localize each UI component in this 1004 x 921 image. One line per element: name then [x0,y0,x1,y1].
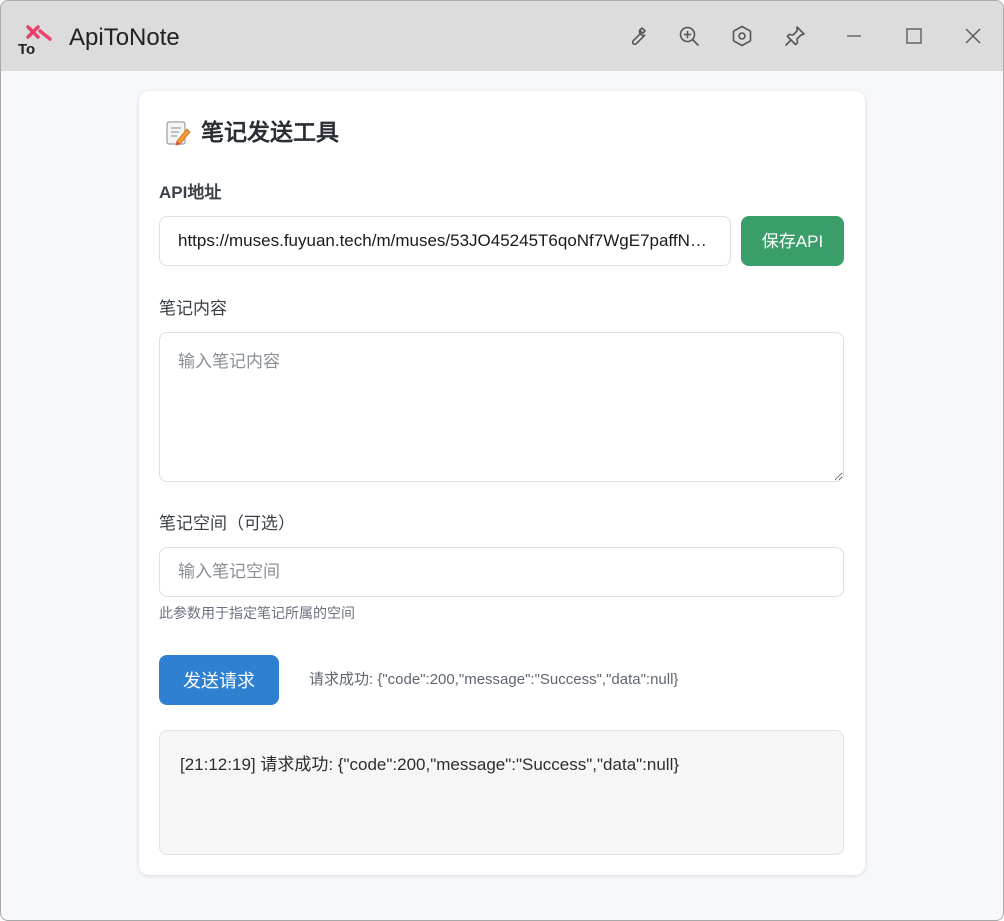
note-content-label: 笔记内容 [159,299,227,318]
zoom-in-icon [679,26,699,46]
wrench-button[interactable] [622,21,652,51]
pin-button[interactable] [780,21,810,51]
svg-text:To: To [18,41,35,57]
app-logo-icon: To [18,25,52,57]
minimize-icon [847,35,861,37]
api-url-input[interactable] [159,216,731,266]
note-space-label: 笔记空间（可选） [159,514,295,533]
hex-settings-icon [732,25,752,47]
note-space-hint: 此参数用于指定笔记所属的空间 [159,605,355,621]
status-message: 请求成功: {"code":200,"message":"Success","d… [309,671,679,688]
note-content-textarea[interactable] [159,332,844,482]
app-window: To ApiToNote 笔记发送工具 API地址 https://muses.… [0,0,1004,921]
app-title: ApiToNote [69,24,180,51]
close-button[interactable] [958,21,988,51]
hex-settings-button[interactable] [727,21,757,51]
minimize-button[interactable] [839,21,869,51]
api-label: API地址 [159,183,222,202]
response-log: [21:12:19] 请求成功: {"code":200,"message":"… [159,730,844,855]
note-space-input[interactable] [159,547,844,597]
zoom-in-button[interactable] [674,21,704,51]
page-title: 笔记发送工具 [201,119,339,145]
log-entry: [21:12:19] 请求成功: {"code":200,"message":"… [180,755,680,774]
maximize-button[interactable] [899,21,929,51]
maximize-icon [906,28,922,44]
title-bar[interactable]: To ApiToNote [1,1,1003,71]
send-request-button[interactable]: 发送请求 [159,655,279,705]
wrench-icon [631,27,646,46]
memo-icon [166,121,191,146]
pin-icon [785,26,805,46]
save-api-button[interactable]: 保存API [741,216,844,266]
close-icon [965,28,981,44]
note-sender-card: 笔记发送工具 API地址 保存API 笔记内容 笔记空间（可选） 此参数用于指定… [139,91,865,875]
